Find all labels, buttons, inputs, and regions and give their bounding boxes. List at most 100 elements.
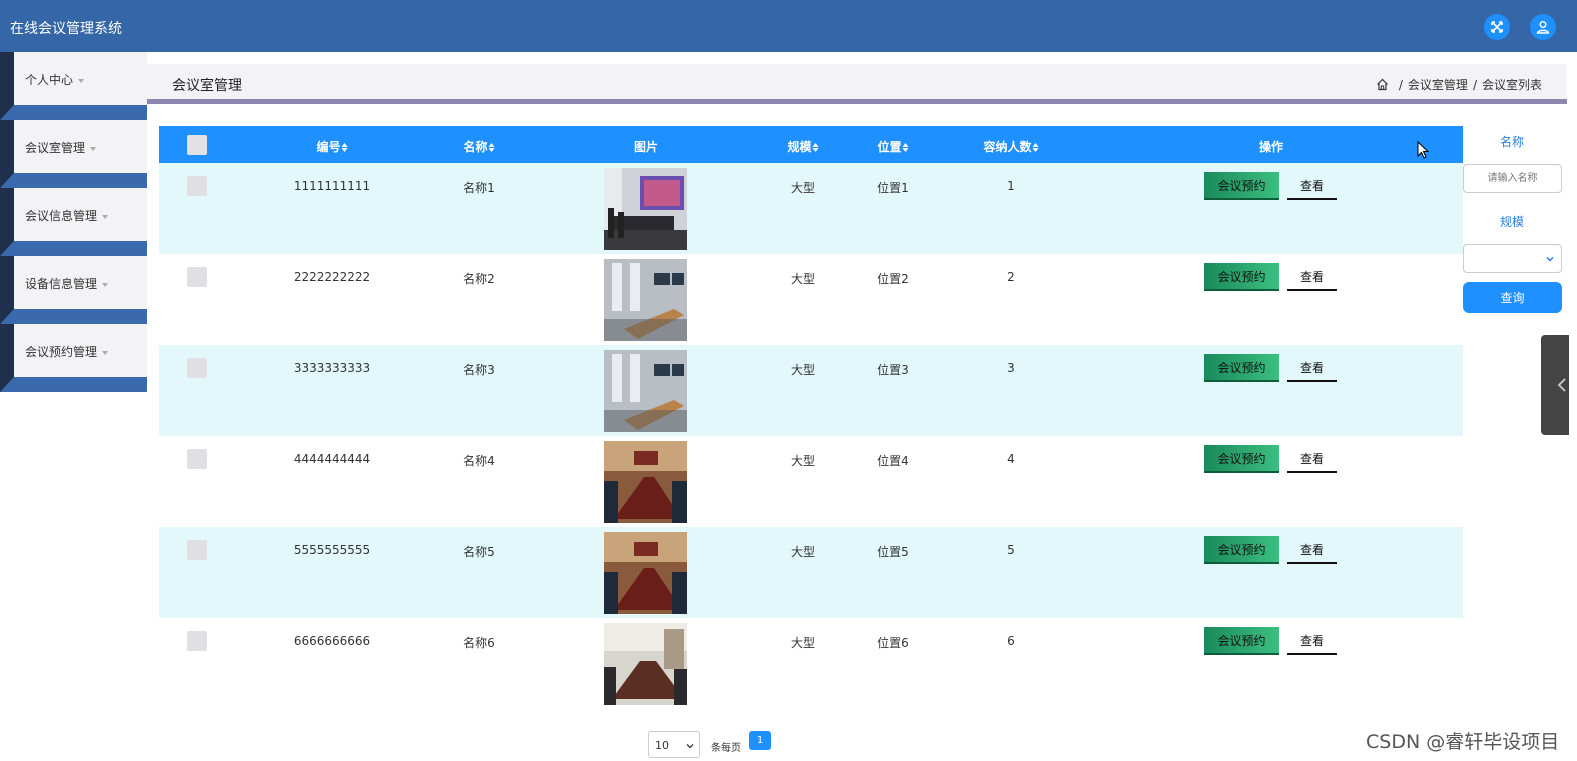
view-button[interactable]: 查看 [1287, 536, 1337, 564]
room-image[interactable] [604, 259, 687, 341]
cell-capacity: 4 [1007, 452, 1015, 466]
page-size-select[interactable]: 10 [648, 731, 700, 758]
cell-id: 5555555555 [293, 543, 371, 557]
row-checkbox[interactable] [187, 267, 207, 287]
row-checkbox[interactable] [187, 631, 207, 651]
sidebar-item-meeting-info[interactable]: 会议信息管理 [0, 188, 147, 256]
table-row: 2222222222 名称2 大型 位置2 2 会议预约 查看 [159, 254, 1463, 345]
sort-icon[interactable] [812, 143, 819, 152]
cell-name: 名称4 [463, 454, 495, 468]
scale-select[interactable] [1463, 244, 1562, 273]
view-button[interactable]: 查看 [1287, 354, 1337, 382]
cell-scale: 大型 [790, 181, 816, 195]
caret-down-icon [102, 282, 109, 287]
cell-location: 位置5 [877, 545, 909, 559]
column-header-capacity[interactable]: 容纳人数 [983, 138, 1039, 155]
user-icon[interactable] [1530, 14, 1556, 40]
chevron-down-icon [1546, 256, 1554, 262]
cell-location: 位置3 [877, 363, 909, 377]
page-size-value: 10 [655, 739, 669, 752]
cell-name: 名称3 [463, 363, 495, 377]
view-button[interactable]: 查看 [1287, 172, 1337, 200]
breadcrumb-item[interactable]: 会议室管理 [1408, 76, 1468, 93]
sidebar-item-meeting-room[interactable]: 会议室管理 [0, 120, 147, 188]
book-meeting-button[interactable]: 会议预约 [1204, 445, 1279, 473]
caret-down-icon [90, 146, 97, 151]
page-number-button[interactable]: 1 [749, 731, 771, 750]
cell-capacity: 6 [1007, 634, 1015, 648]
page-title: 会议室管理 [172, 78, 242, 94]
page-header [147, 64, 1567, 99]
cell-location: 位置2 [877, 272, 909, 286]
row-checkbox[interactable] [187, 176, 207, 196]
room-image[interactable] [604, 441, 687, 523]
book-meeting-button[interactable]: 会议预约 [1204, 536, 1279, 564]
sidebar-item-label: 会议信息管理 [25, 209, 98, 223]
cell-id: 2222222222 [293, 270, 371, 284]
fullscreen-icon[interactable] [1484, 14, 1510, 40]
book-meeting-button[interactable]: 会议预约 [1204, 172, 1279, 200]
cell-id: 1111111111 [293, 179, 371, 193]
sidebar-item-label: 会议预约管理 [25, 345, 98, 359]
book-meeting-button[interactable]: 会议预约 [1204, 354, 1279, 382]
cell-location: 位置1 [877, 181, 909, 195]
chevron-down-icon [686, 744, 694, 749]
sidebar-item-label: 会议室管理 [25, 141, 86, 155]
view-button[interactable]: 查看 [1287, 627, 1337, 655]
cell-scale: 大型 [790, 636, 816, 650]
cell-scale: 大型 [790, 272, 816, 286]
room-image[interactable] [604, 623, 687, 705]
row-checkbox[interactable] [187, 449, 207, 469]
view-button[interactable]: 查看 [1287, 445, 1337, 473]
sidebar-item-personal-center[interactable]: 个人中心 [0, 52, 147, 120]
column-header-scale[interactable]: 规模 [787, 138, 819, 155]
collapse-panel-tab[interactable] [1541, 335, 1569, 435]
sidebar-item-booking[interactable]: 会议预约管理 [0, 324, 147, 392]
cell-name: 名称2 [463, 272, 495, 286]
app-title: 在线会议管理系统 [10, 21, 122, 37]
row-checkbox[interactable] [187, 540, 207, 560]
row-checkbox[interactable] [187, 358, 207, 378]
meeting-room-table: 编号 名称 图片 规模 位置 容纳人数 操作 1111111111 名称1 大型… [159, 126, 1463, 709]
column-header-name[interactable]: 名称 [463, 138, 495, 155]
name-search-input[interactable] [1463, 164, 1562, 193]
cell-scale: 大型 [790, 454, 816, 468]
view-button[interactable]: 查看 [1287, 263, 1337, 291]
cell-location: 位置6 [877, 636, 909, 650]
room-image[interactable] [604, 168, 687, 250]
book-meeting-button[interactable]: 会议预约 [1204, 627, 1279, 655]
cell-name: 名称1 [463, 181, 495, 195]
table-row: 1111111111 名称1 大型 位置1 1 会议预约 查看 [159, 163, 1463, 254]
cell-capacity: 1 [1007, 179, 1015, 193]
book-meeting-button[interactable]: 会议预约 [1204, 263, 1279, 291]
table-header: 编号 名称 图片 规模 位置 容纳人数 操作 [159, 126, 1463, 163]
cell-name: 名称5 [463, 545, 495, 559]
room-image[interactable] [604, 350, 687, 432]
breadcrumb-item: 会议室列表 [1481, 78, 1542, 92]
table-row: 3333333333 名称3 大型 位置3 3 会议预约 查看 [159, 345, 1463, 436]
select-all-checkbox[interactable] [187, 135, 207, 155]
table-row: 5555555555 名称5 大型 位置5 5 会议预约 查看 [159, 527, 1463, 618]
room-image[interactable] [604, 532, 687, 614]
caret-down-icon [102, 214, 109, 219]
cell-capacity: 5 [1007, 543, 1015, 557]
sidebar-item-device-info[interactable]: 设备信息管理 [0, 256, 147, 324]
mouse-cursor-icon [1417, 141, 1429, 159]
cell-location: 位置4 [877, 454, 909, 468]
cell-name: 名称6 [463, 636, 495, 650]
sort-icon[interactable] [488, 143, 495, 152]
table-row: 6666666666 名称6 大型 位置6 6 会议预约 查看 [159, 618, 1463, 709]
table-row: 4444444444 名称4 大型 位置4 4 会议预约 查看 [159, 436, 1463, 527]
breadcrumb-separator: / [1398, 77, 1403, 92]
cell-scale: 大型 [790, 363, 816, 377]
home-icon[interactable] [1376, 78, 1389, 91]
column-header-id[interactable]: 编号 [316, 138, 348, 155]
sort-icon[interactable] [341, 143, 348, 152]
sort-icon[interactable] [1032, 143, 1039, 152]
sort-icon[interactable] [902, 143, 909, 152]
column-header-location[interactable]: 位置 [877, 138, 909, 155]
column-header-image: 图片 [633, 140, 659, 154]
chevron-left-icon [1557, 378, 1566, 392]
search-button[interactable]: 查询 [1463, 282, 1562, 313]
cell-capacity: 2 [1007, 270, 1015, 284]
